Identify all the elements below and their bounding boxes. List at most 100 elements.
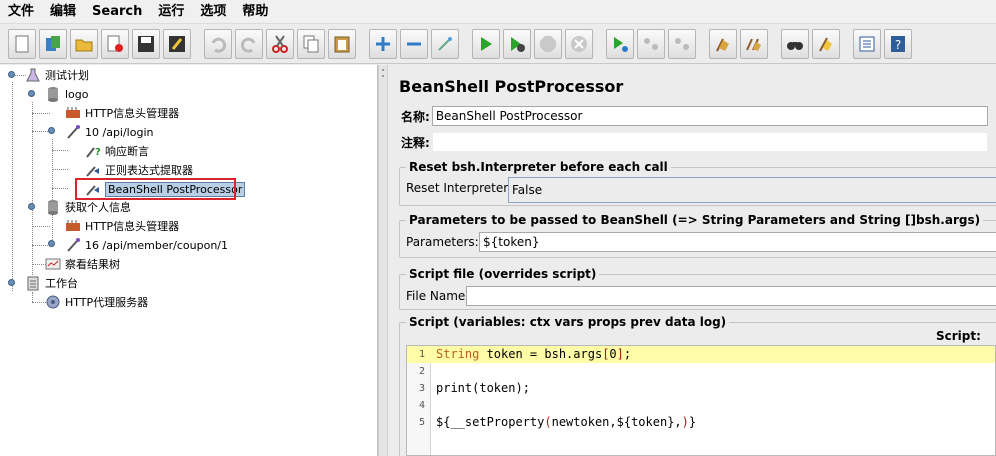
listener-icon bbox=[44, 256, 62, 272]
tree-node-coupon-sampler[interactable]: 16 /api/member/coupon/1 bbox=[64, 236, 228, 254]
reset-search-button[interactable] bbox=[812, 28, 840, 59]
binoculars-icon bbox=[787, 41, 803, 50]
tree-node-http-header-2[interactable]: HTTP信息头管理器 bbox=[64, 217, 179, 235]
undo-icon bbox=[211, 37, 227, 53]
remote-stop-button[interactable] bbox=[637, 28, 665, 59]
save-as-button[interactable] bbox=[163, 28, 191, 59]
menu-help[interactable]: 帮助 bbox=[234, 1, 276, 23]
remote-stop-icon bbox=[644, 37, 658, 50]
line-number: 1 bbox=[418, 349, 425, 360]
toolbar: ? bbox=[0, 24, 996, 64]
code-text: print(token); bbox=[436, 381, 530, 395]
menu-run[interactable]: 运行 bbox=[150, 1, 192, 23]
menu-bar: 文件 编辑 Search 运行 选项 帮助 bbox=[0, 0, 996, 24]
start-no-pause-button[interactable] bbox=[503, 28, 531, 59]
collapse-all-button[interactable] bbox=[400, 28, 428, 59]
shutdown-icon bbox=[571, 35, 587, 52]
name-input[interactable] bbox=[431, 106, 988, 126]
header-manager-icon bbox=[64, 218, 82, 234]
remote-start-button[interactable] bbox=[606, 28, 634, 59]
tree-node-assertion[interactable]: ? 响应断言 bbox=[84, 142, 149, 160]
menu-file[interactable]: 文件 bbox=[0, 1, 42, 23]
tree-node-login-sampler[interactable]: 10 /api/login bbox=[64, 123, 153, 141]
tree-label: HTTP信息头管理器 bbox=[85, 107, 180, 120]
tree-toggle-group2[interactable] bbox=[28, 203, 35, 210]
templates-button[interactable] bbox=[39, 28, 67, 59]
flask-icon bbox=[24, 67, 42, 83]
open-folder-icon bbox=[75, 39, 93, 51]
comment-row: 注释: bbox=[401, 132, 988, 152]
shutdown-button[interactable] bbox=[565, 28, 593, 59]
tree-toggle-test-plan[interactable] bbox=[8, 71, 15, 78]
panel-splitter[interactable] bbox=[378, 65, 388, 456]
help-button[interactable]: ? bbox=[884, 28, 912, 59]
tree-node-thread-group-logo[interactable]: logo bbox=[44, 85, 89, 103]
toggle-button[interactable] bbox=[431, 28, 459, 59]
new-file-icon bbox=[15, 35, 29, 52]
tree-label: 16 /api/member/coupon/1 bbox=[85, 238, 228, 252]
paste-button[interactable] bbox=[328, 28, 356, 59]
tree-label: logo bbox=[65, 87, 89, 101]
broom-search-icon bbox=[819, 37, 832, 51]
file-name-input[interactable] bbox=[466, 286, 996, 306]
save-button[interactable] bbox=[132, 28, 160, 59]
parameters-input[interactable] bbox=[479, 232, 996, 252]
tree-node-regex-extractor[interactable]: 正则表达式提取器 bbox=[84, 161, 193, 179]
save-as-icon bbox=[169, 35, 185, 52]
clear-button[interactable] bbox=[709, 28, 737, 59]
thread-group-icon bbox=[44, 86, 62, 102]
play-icon bbox=[481, 36, 492, 51]
tree-toggle-logo[interactable] bbox=[28, 90, 35, 97]
menu-edit[interactable]: 编辑 bbox=[42, 1, 84, 23]
reset-interpreter-group: Reset bsh.Interpreter before each call R… bbox=[399, 160, 996, 206]
code-text: String token = bsh.args[0]; bbox=[436, 347, 632, 361]
tree-node-proxy-server[interactable]: HTTP代理服务器 bbox=[44, 293, 148, 311]
tree-node-thread-group-profile[interactable]: 获取个人信息 bbox=[44, 198, 131, 216]
stop-icon bbox=[540, 35, 556, 52]
svg-text:?: ? bbox=[895, 38, 901, 52]
function-helper-button[interactable] bbox=[853, 28, 881, 59]
script-editor[interactable]: 1 String token = bsh.args[0]; 2 3 print(… bbox=[406, 345, 996, 456]
tree-node-http-header-1[interactable]: HTTP信息头管理器 bbox=[64, 104, 179, 122]
tree-toggle-coupon[interactable] bbox=[48, 240, 55, 247]
remote-shutdown-button[interactable] bbox=[668, 28, 696, 59]
test-plan-tree: 测试计划 logo HTTP信息头管理器 10 /api/login ? 响应断… bbox=[0, 65, 378, 456]
script-file-group: Script file (overrides script) File Name… bbox=[399, 267, 996, 310]
header-manager-icon bbox=[64, 105, 82, 121]
copy-icon bbox=[303, 35, 319, 52]
comment-input[interactable] bbox=[431, 132, 988, 152]
stop-button[interactable] bbox=[534, 28, 562, 59]
params-group-title: Parameters to be passed to BeanShell (=>… bbox=[406, 213, 984, 227]
menu-search[interactable]: Search bbox=[84, 1, 150, 23]
broom-icon bbox=[716, 38, 729, 51]
close-file-icon bbox=[107, 35, 123, 52]
copy-button[interactable] bbox=[297, 28, 325, 59]
tree-label: 测试计划 bbox=[45, 69, 89, 82]
expand-all-button[interactable] bbox=[369, 28, 397, 59]
tree-node-result-tree[interactable]: 察看结果树 bbox=[44, 255, 120, 273]
undo-button[interactable] bbox=[204, 28, 232, 59]
tree-toggle-login[interactable] bbox=[48, 127, 55, 134]
redo-button[interactable] bbox=[235, 28, 263, 59]
brooms-icon bbox=[746, 38, 761, 51]
parameters-group: Parameters to be passed to BeanShell (=>… bbox=[399, 213, 996, 258]
cut-button[interactable] bbox=[266, 28, 294, 59]
close-button[interactable] bbox=[101, 28, 129, 59]
start-button[interactable] bbox=[472, 28, 500, 59]
remote-shutdown-icon bbox=[675, 37, 689, 50]
pipette-icon bbox=[64, 124, 82, 140]
tree-node-workbench[interactable]: 工作台 bbox=[24, 274, 78, 292]
tree-toggle-workbench[interactable] bbox=[8, 279, 15, 286]
tree-node-test-plan[interactable]: 测试计划 bbox=[24, 66, 89, 84]
code-line: 4 bbox=[407, 397, 995, 414]
wand-icon bbox=[438, 36, 452, 51]
open-button[interactable] bbox=[70, 28, 98, 59]
menu-options[interactable]: 选项 bbox=[192, 1, 234, 23]
extractor-icon bbox=[84, 162, 102, 178]
panel-title: BeanShell PostProcessor bbox=[399, 77, 624, 96]
search-button[interactable] bbox=[781, 28, 809, 59]
clipboard-icon bbox=[24, 275, 42, 291]
new-button[interactable] bbox=[8, 28, 36, 59]
clear-all-button[interactable] bbox=[740, 28, 768, 59]
reset-interpreter-select[interactable]: False bbox=[508, 177, 996, 203]
